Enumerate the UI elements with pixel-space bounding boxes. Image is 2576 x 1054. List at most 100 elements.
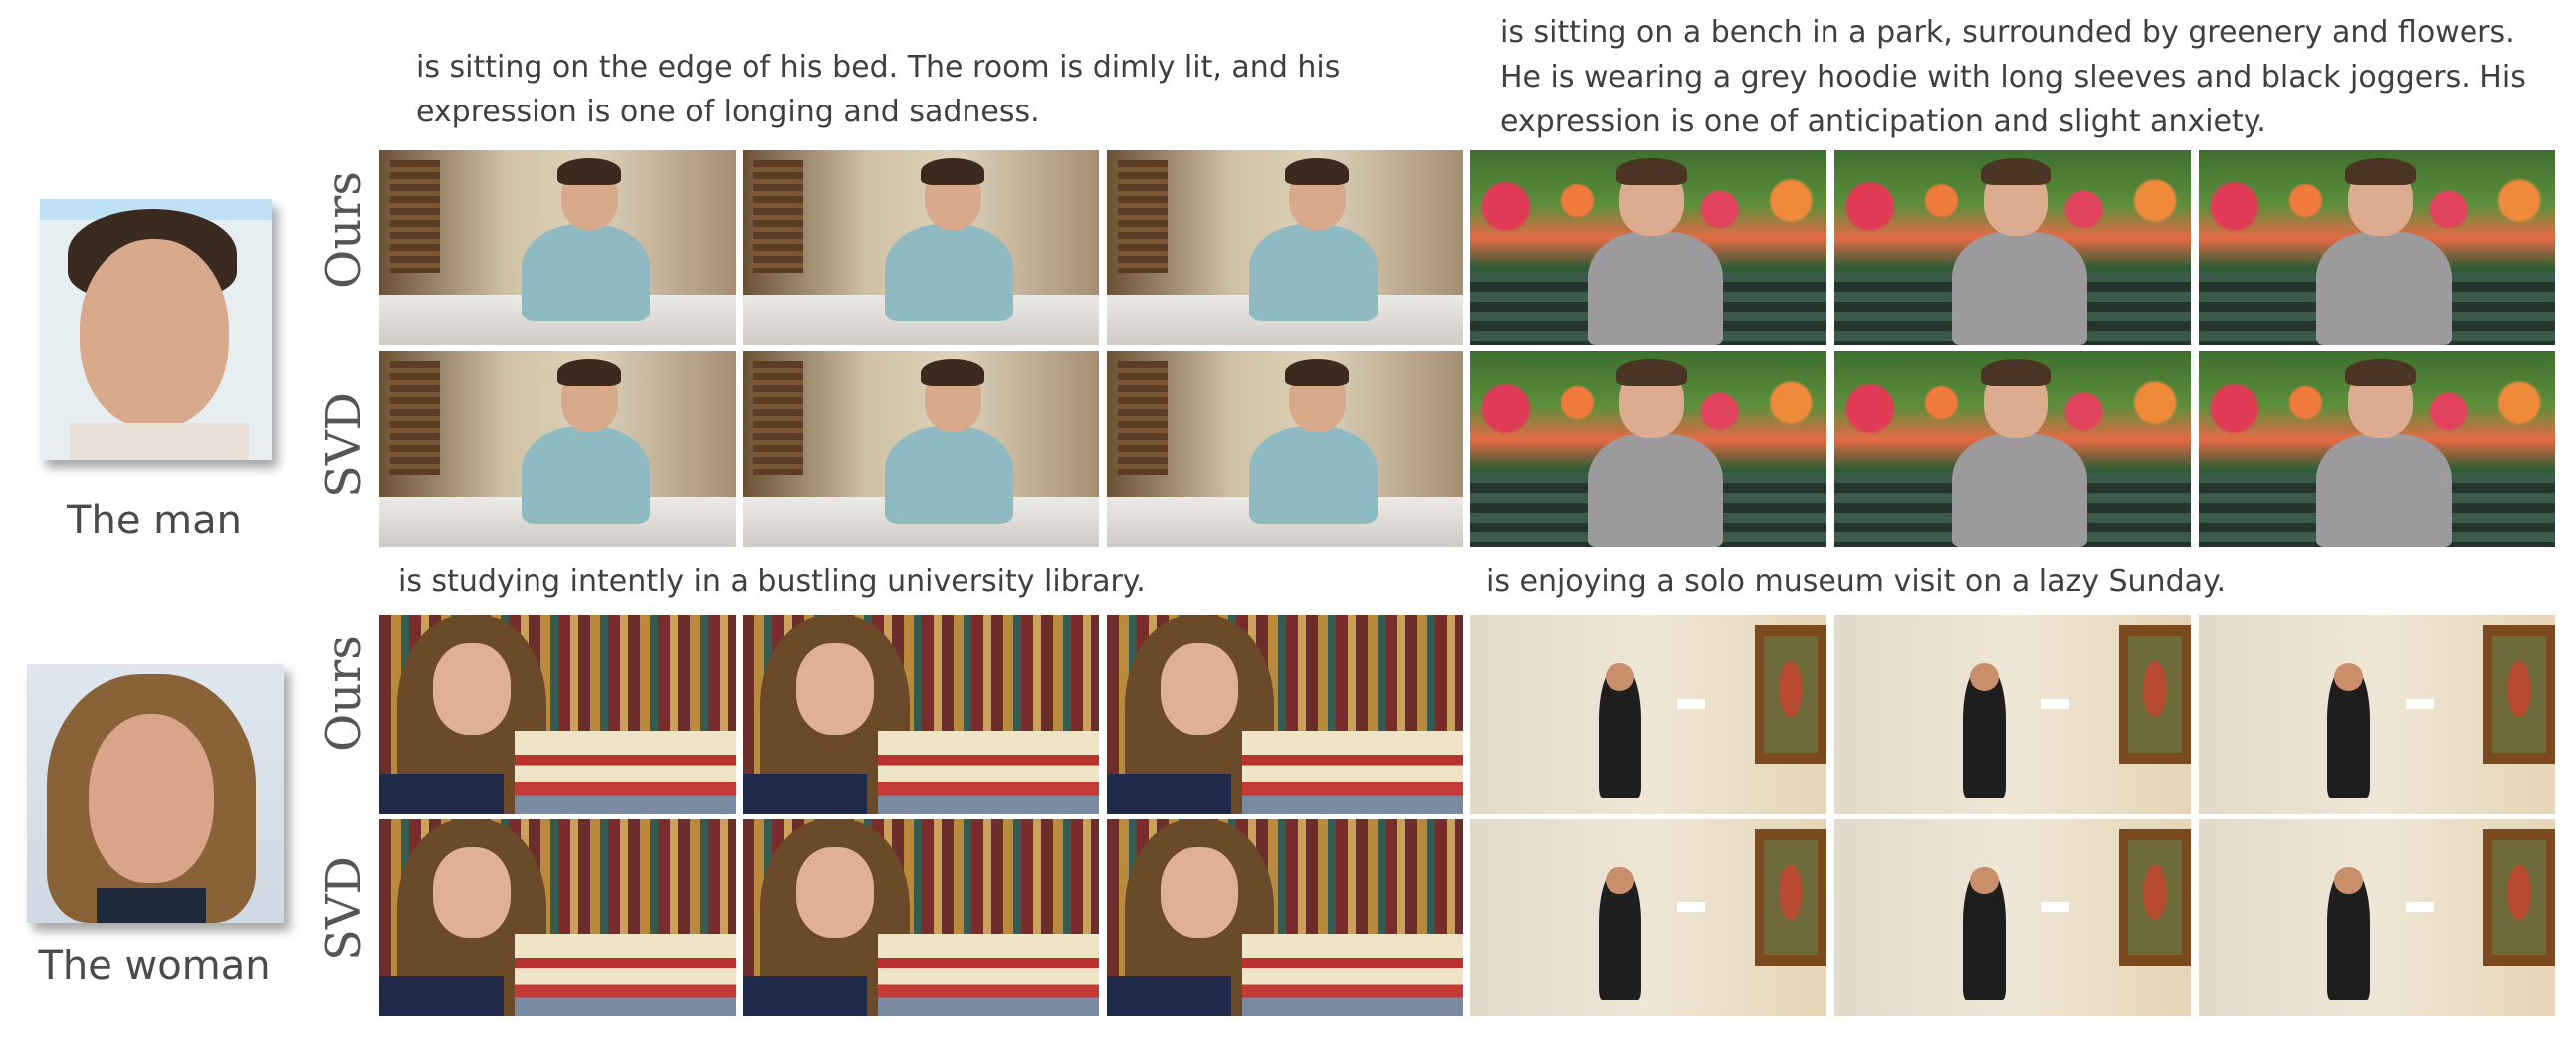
museum-painting-shape bbox=[2483, 625, 2555, 764]
man-reference-photo bbox=[40, 199, 272, 460]
bedroom-hair-shape bbox=[557, 157, 622, 186]
bedroom-shirt-shape bbox=[522, 224, 651, 322]
bedroom-shirt-shape bbox=[1249, 425, 1379, 525]
bedroom-shirt-shape bbox=[1249, 224, 1379, 322]
park-hair-shape bbox=[1980, 157, 2052, 186]
library-body-shape bbox=[1107, 976, 1232, 1016]
bedroom-hair-shape bbox=[921, 157, 985, 186]
prompt-line: is sitting on the edge of his bed. The r… bbox=[416, 50, 1341, 85]
prompt-line: expression is one of anticipation and sl… bbox=[1500, 105, 2266, 139]
library-frame bbox=[743, 615, 1099, 814]
park-hoodie-shape bbox=[1588, 433, 1724, 547]
prompt-line: He is wearing a grey hoodie with long sl… bbox=[1500, 60, 2526, 95]
museum-frame bbox=[1470, 819, 1826, 1016]
library-books-shape bbox=[878, 933, 1099, 1016]
library-face-shape bbox=[795, 846, 875, 938]
row-label-ours-woman: Ours bbox=[317, 635, 372, 752]
park-hair-shape bbox=[1615, 157, 1688, 186]
museum-sign-shape bbox=[2040, 902, 2070, 913]
prompt-man-bedroom: is sitting on the edge of his bed. The r… bbox=[416, 45, 1340, 134]
library-face-shape bbox=[795, 643, 875, 735]
park-hoodie-shape bbox=[1952, 232, 2088, 345]
park-frame bbox=[1470, 351, 1826, 547]
bedroom-blinds-shape bbox=[752, 360, 803, 476]
woman-top-shape bbox=[97, 888, 206, 923]
museum-sign-shape bbox=[2040, 699, 2070, 709]
library-body-shape bbox=[379, 976, 505, 1016]
museum-frame bbox=[1834, 615, 2191, 814]
library-body-shape bbox=[743, 976, 868, 1016]
park-hoodie-shape bbox=[2316, 232, 2453, 345]
bedroom-hair-shape bbox=[1285, 358, 1350, 387]
row-label-ours-man: Ours bbox=[317, 171, 372, 289]
library-body-shape bbox=[379, 774, 505, 814]
bedroom-hair-shape bbox=[557, 358, 622, 387]
row-label-svd-man: SVD bbox=[317, 391, 372, 498]
bedroom-shirt-shape bbox=[885, 224, 1014, 322]
library-frame bbox=[1107, 615, 1463, 814]
park-frame bbox=[1834, 351, 2191, 547]
woman-reference-photo bbox=[27, 664, 284, 923]
museum-painting-shape bbox=[2119, 625, 2191, 764]
library-books-shape bbox=[515, 933, 736, 1016]
library-books-shape bbox=[1242, 933, 1463, 1016]
library-books-shape bbox=[1242, 731, 1463, 814]
bedroom-blinds-shape bbox=[1117, 360, 1168, 476]
park-hoodie-shape bbox=[2316, 433, 2453, 547]
museum-painting-shape bbox=[2483, 828, 2555, 967]
prompt-woman-museum: is enjoying a solo museum visit on a laz… bbox=[1486, 564, 2227, 599]
museum-sign-shape bbox=[1676, 902, 1706, 913]
museum-frame bbox=[1470, 615, 1826, 814]
bedroom-hair-shape bbox=[921, 358, 985, 387]
museum-head-shape bbox=[2334, 866, 2363, 895]
museum-head-shape bbox=[2334, 663, 2363, 691]
park-hair-shape bbox=[2344, 358, 2417, 387]
bedroom-frame bbox=[1107, 150, 1463, 345]
park-hair-shape bbox=[2344, 157, 2417, 186]
museum-sign-shape bbox=[2405, 699, 2435, 709]
prompt-man-park: is sitting on a bench in a park, surroun… bbox=[1500, 10, 2526, 144]
bedroom-frame bbox=[379, 351, 736, 547]
park-frame bbox=[2199, 150, 2555, 345]
man-caption: The man bbox=[67, 498, 242, 543]
library-frame bbox=[379, 615, 736, 814]
library-body-shape bbox=[1107, 774, 1232, 814]
library-face-shape bbox=[1160, 643, 1239, 735]
woman-face-shape bbox=[89, 714, 214, 883]
bedroom-blinds-shape bbox=[1117, 159, 1168, 274]
library-frame bbox=[743, 819, 1099, 1016]
library-books-shape bbox=[515, 731, 736, 814]
bedroom-blinds-shape bbox=[389, 360, 440, 476]
prompt-woman-library: is studying intently in a bustling unive… bbox=[398, 564, 1146, 599]
woman-caption: The woman bbox=[38, 944, 271, 989]
prompt-line: expression is one of longing and sadness… bbox=[416, 95, 1040, 129]
bedroom-frame bbox=[743, 351, 1099, 547]
library-frame bbox=[379, 819, 736, 1016]
man-shirt-shape bbox=[70, 423, 249, 460]
library-frame bbox=[1107, 819, 1463, 1016]
museum-head-shape bbox=[1606, 866, 1634, 895]
museum-head-shape bbox=[1970, 866, 1999, 895]
library-body-shape bbox=[743, 774, 868, 814]
park-hair-shape bbox=[1980, 358, 2052, 387]
row-label-svd-woman: SVD bbox=[317, 855, 372, 961]
museum-sign-shape bbox=[1676, 699, 1706, 709]
bedroom-hair-shape bbox=[1285, 157, 1350, 186]
bedroom-blinds-shape bbox=[389, 159, 440, 274]
museum-head-shape bbox=[1970, 663, 1999, 691]
bedroom-shirt-shape bbox=[522, 425, 651, 525]
park-hoodie-shape bbox=[1588, 232, 1724, 345]
park-frame bbox=[1834, 150, 2191, 345]
museum-sign-shape bbox=[2405, 902, 2435, 913]
bedroom-blinds-shape bbox=[752, 159, 803, 274]
bedroom-frame bbox=[379, 150, 736, 345]
museum-painting-shape bbox=[1755, 828, 1826, 967]
museum-painting-shape bbox=[1755, 625, 1826, 764]
prompt-line: is sitting on a bench in a park, surroun… bbox=[1500, 15, 2515, 50]
bedroom-shirt-shape bbox=[885, 425, 1014, 525]
museum-painting-shape bbox=[2119, 828, 2191, 967]
bedroom-frame bbox=[743, 150, 1099, 345]
museum-head-shape bbox=[1606, 663, 1634, 691]
park-hoodie-shape bbox=[1952, 433, 2088, 547]
library-face-shape bbox=[1160, 846, 1239, 938]
